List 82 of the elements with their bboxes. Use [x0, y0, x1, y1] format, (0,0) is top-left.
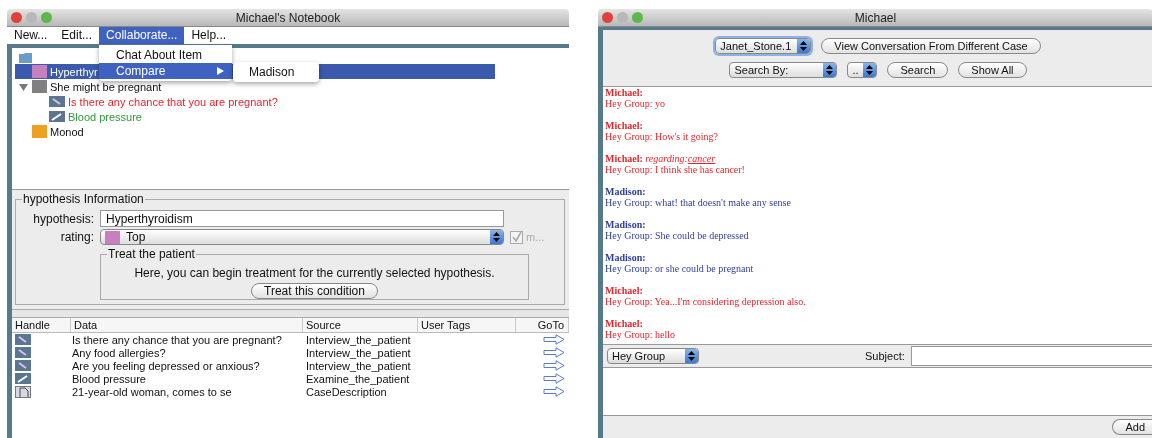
case-dropdown[interactable]: Janet_Stone.1: [715, 38, 812, 54]
tree-item-label[interactable]: Blood pressure: [68, 110, 142, 123]
pen-icon: [15, 360, 31, 371]
table-cell-text: Any food allergies?: [71, 346, 167, 359]
table-cell-text: Are you feeling depressed or anxious?: [71, 359, 261, 372]
zoom-button[interactable]: [632, 12, 643, 23]
triangle-down-icon[interactable]: [19, 82, 28, 91]
arrow-right-icon[interactable]: [543, 373, 565, 384]
menu-item[interactable]: Madison: [233, 64, 319, 80]
syringe-icon: [15, 373, 31, 384]
arrow-right-icon[interactable]: [543, 386, 565, 397]
tree-item-label: She might be pregnant: [50, 80, 162, 93]
column-header[interactable]: Handle: [12, 318, 71, 332]
arrow-right-icon[interactable]: [543, 347, 565, 358]
table-cell-text: Interview_the_patient: [305, 359, 412, 372]
show-all-button[interactable]: Show All: [958, 62, 1027, 78]
pen-icon: [15, 334, 31, 345]
table-cell-text: Interview_the_patient: [305, 346, 412, 359]
menu-item[interactable]: Collaborate...: [99, 27, 185, 44]
search-button[interactable]: Search: [887, 62, 949, 78]
arrow-right-icon[interactable]: [543, 334, 565, 345]
tree-item-label: Monod: [50, 125, 84, 138]
window-title: Michael: [854, 10, 897, 25]
message-input[interactable]: [603, 367, 1152, 416]
window-title: Michael's Notebook: [235, 10, 341, 25]
syringe-icon: [49, 111, 65, 122]
chat-message: Michael: Hey Group: yo: [605, 87, 666, 109]
chat-message: Madison: Hey Group: what! that doesn't make any sense: [605, 186, 792, 208]
stepper-arrows-icon: [866, 65, 874, 75]
column-header[interactable]: Data: [71, 318, 303, 332]
table-cell-text: Is there any chance that you are pregnant?: [71, 333, 283, 346]
tree-item-label: Hyperthyr: [50, 65, 98, 78]
menu-item[interactable]: New...: [7, 27, 55, 44]
close-button[interactable]: [602, 12, 613, 23]
pen-icon: [49, 96, 65, 107]
description-text: Here, you can begin treatment for the currently selected hypothesis.: [133, 266, 496, 280]
arrow-right-icon[interactable]: [543, 360, 565, 371]
recipient-dropdown[interactable]: Hey Group: [607, 348, 699, 364]
table-cell-text: CaseDescription: [305, 385, 388, 398]
column-header[interactable]: Source: [303, 318, 418, 332]
document-icon: [15, 385, 31, 398]
field-label: Subject:: [865, 350, 905, 362]
tree-item-label[interactable]: Is there any chance that you are pregnant?: [68, 95, 278, 108]
checkmark-icon: [511, 232, 522, 242]
menu-item[interactable]: Help...: [184, 27, 234, 44]
menu-item[interactable]: Chat About Item: [99, 47, 232, 63]
stepper-arrows-icon: [800, 41, 808, 51]
column-header[interactable]: User Tags: [418, 318, 516, 332]
treat-button[interactable]: Treat this condition: [251, 283, 378, 299]
chat-message: Madison: Hey Group: She could be depressed: [605, 219, 750, 241]
chat-message: Michael: Hey Group: Yea...I'm considering depression also.: [605, 285, 807, 307]
field-label: hypothesis:: [32, 211, 94, 226]
table-cell-text: Examine_the_patient: [305, 372, 411, 385]
tree-row[interactable]: She might be pregnant: [15, 79, 565, 94]
stepper-arrows-icon: [688, 351, 695, 361]
view-conversation-button[interactable]: View Conversation From Different Case: [821, 38, 1041, 54]
tree-row[interactable]: Monod: [15, 124, 565, 139]
submenu-arrow-icon: [217, 67, 224, 75]
search-value-dropdown[interactable]: ..: [847, 62, 878, 78]
group-title: hypothesis Information: [22, 192, 145, 206]
chat-message: Madison: Hey Group: or she could be pregnant: [605, 252, 755, 274]
chat-message: Michael: Hey Group: How's it going?: [605, 120, 719, 142]
stepper-arrows-icon: [826, 65, 834, 75]
hypothesis-field[interactable]: Hyperthyroidism: [100, 210, 504, 227]
column-header[interactable]: GoTo: [516, 318, 569, 332]
pen-icon: [15, 347, 31, 358]
chat-message: Michael: regarding:cancer Hey Group: I think she has cancer!: [605, 153, 746, 175]
table-cell-text: Blood pressure: [71, 372, 147, 385]
table-cell-text: Interview_the_patient: [305, 333, 412, 346]
rating-dropdown[interactable]: Top: [100, 229, 504, 245]
zoom-button[interactable]: [41, 12, 52, 23]
menu-item[interactable]: Edit...: [54, 27, 100, 44]
field-label: rating:: [59, 230, 94, 244]
group-title: Treat the patient: [107, 247, 196, 261]
close-button[interactable]: [11, 12, 22, 23]
chat-message: Michael: Hey Group: hello: [605, 318, 676, 340]
table-cell-text: 21-year-old woman, comes to se: [71, 385, 233, 398]
subject-field[interactable]: [910, 346, 1152, 366]
menu-item[interactable]: Compare: [99, 63, 232, 79]
add-button[interactable]: Add: [1112, 419, 1152, 435]
search-by-dropdown[interactable]: Search By:: [729, 62, 838, 78]
stepper-arrows-icon: [493, 232, 500, 242]
